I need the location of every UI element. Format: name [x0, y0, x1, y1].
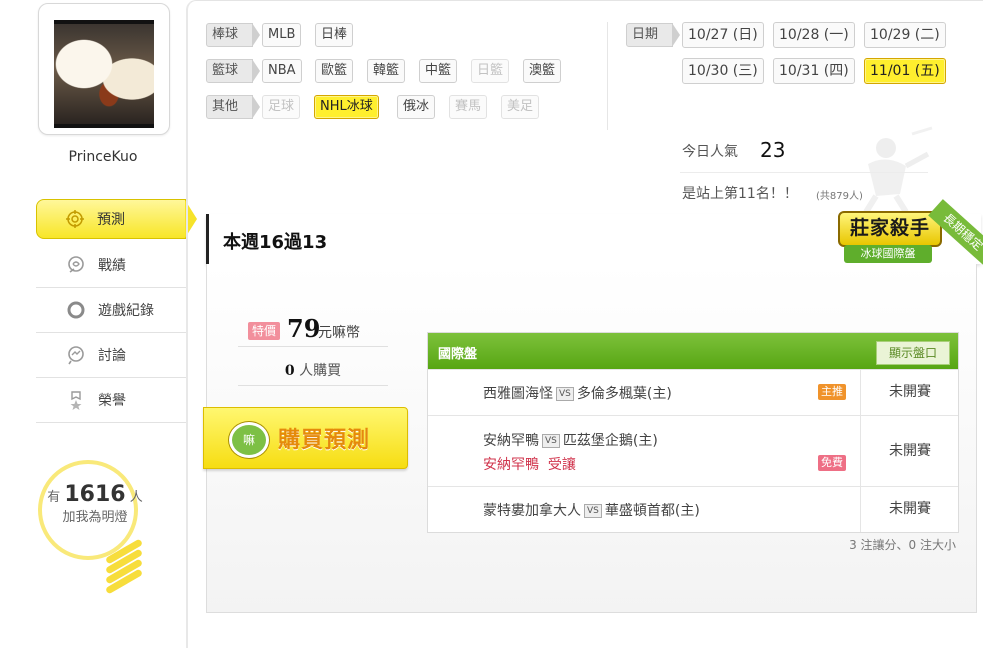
week-title: 本週16過13 — [223, 232, 328, 253]
medal-icon — [66, 390, 86, 410]
pick-team: 安納罕鴨 — [483, 457, 539, 473]
nav-item-game-log[interactable]: 遊戲紀錄 — [36, 288, 186, 333]
sidebar-nav: 預測 戰績 遊戲紀錄 討論 榮譽 — [36, 199, 197, 423]
buyer-count-value: 0 — [284, 363, 295, 379]
filter-chip-soccer: 足球 — [262, 95, 301, 119]
pick-type: 受讓 — [547, 457, 576, 473]
buy-prediction-label: 購買預測 — [278, 428, 371, 453]
filter-label-baseball: 棒球 — [206, 23, 261, 47]
avatar[interactable] — [38, 3, 170, 135]
game-matchup: 西雅圖海怪 VS 多倫多楓葉(主) — [483, 383, 672, 403]
nav-label: 榮譽 — [98, 393, 126, 409]
filter-chip-khl[interactable]: 俄冰 — [397, 95, 436, 119]
price-unit: 元嘛幣 — [318, 325, 360, 341]
show-odds-button[interactable]: 顯示盤口 — [875, 341, 950, 365]
coin-icon: 嘛 — [229, 422, 269, 458]
fans-prefix: 有 — [47, 490, 61, 505]
game-status: 未開賽 — [860, 416, 959, 486]
popularity-value: 23 — [760, 138, 786, 162]
filter-label-basketball: 籃球 — [206, 59, 261, 83]
vs-icon: VS — [556, 387, 574, 401]
game-row[interactable]: 西雅圖海怪 VS 多倫多楓葉(主) 主推 未開賽 — [428, 369, 958, 415]
buy-prediction-button[interactable]: 嘛 購買預測 — [203, 407, 408, 469]
filter-chip-jbl: 日籃 — [471, 59, 510, 83]
date-chip-1101[interactable]: 11/01 (五) — [864, 58, 946, 84]
filter-chip-mlb[interactable]: MLB — [262, 23, 302, 47]
price-value: 79 — [287, 314, 321, 343]
target-icon — [65, 209, 85, 229]
main-pick-badge: 主推 — [818, 384, 846, 400]
nav-item-predict[interactable]: 預測 — [36, 199, 197, 239]
games-table-title: 國際盤 — [438, 347, 478, 362]
nav-item-honor[interactable]: 榮譽 — [36, 378, 186, 423]
bulb-base-icon — [104, 538, 144, 595]
filter-chip-kbl[interactable]: 韓籃 — [367, 59, 406, 83]
filter-chip-nhl[interactable]: NHL冰球 — [314, 95, 379, 119]
left-sidebar: PrinceKuo 預測 戰績 遊戲紀錄 討論 榮譽 有 1616 人 加我為明… — [0, 0, 197, 647]
record-icon — [66, 255, 86, 275]
filter-chip-horse-racing: 賽馬 — [449, 95, 488, 119]
username[interactable]: PrinceKuo — [38, 149, 168, 165]
date-chip-1028[interactable]: 10/28 (一) — [773, 22, 855, 48]
nav-label: 戰績 — [98, 258, 126, 274]
home-team: 多倫多楓葉(主) — [576, 386, 672, 402]
pick-line: 安納罕鴨 受讓 — [483, 454, 576, 474]
game-row[interactable]: 蒙特婁加拿大人 VS 華盛頓首都(主) 未開賽 — [428, 486, 958, 532]
games-table-header: 國際盤 顯示盤口 — [428, 333, 958, 369]
badge-subtitle: 冰球國際盤 — [844, 245, 932, 263]
games-table: 國際盤 顯示盤口 西雅圖海怪 VS 多倫多楓葉(主) 主推 未開賽 安納罕鴨 VS 匹茲… — [427, 332, 959, 533]
home-team: 匹茲堡企鵝(主) — [562, 433, 658, 449]
filter-chip-npb[interactable]: 日棒 — [315, 23, 354, 47]
filter-divider — [607, 22, 608, 130]
popularity-divider — [680, 172, 928, 173]
buyer-count-suffix: 人購買 — [299, 363, 342, 379]
vs-icon: VS — [542, 434, 560, 448]
buyer-divider — [238, 385, 388, 386]
away-team: 蒙特婁加拿大人 — [483, 503, 581, 519]
game-status: 未開賽 — [860, 487, 959, 532]
date-chip-1027[interactable]: 10/27 (日) — [682, 22, 764, 48]
filter-label-other: 其他 — [206, 95, 261, 119]
badge-title: 莊家殺手 — [838, 211, 942, 247]
nav-label: 遊戲紀錄 — [98, 303, 154, 319]
nav-label: 討論 — [98, 348, 126, 364]
filter-chip-nba[interactable]: NBA — [262, 59, 302, 83]
rank-text: 是站上第11名！！ — [682, 186, 798, 202]
chat-icon — [66, 345, 86, 365]
game-row[interactable]: 安納罕鴨 VS 匹茲堡企鵝(主) 安納罕鴨 受讓 免費 未開賽 — [428, 415, 958, 486]
game-status: 未開賽 — [860, 370, 959, 415]
nav-label: 預測 — [97, 212, 125, 228]
free-pick-badge: 免費 — [818, 455, 846, 471]
date-chip-1030[interactable]: 10/30 (三) — [682, 58, 764, 84]
avatar-image — [54, 20, 154, 128]
fans-caption: 加我為明燈 — [62, 510, 128, 525]
price-divider — [238, 346, 388, 347]
home-team: 華盛頓首都(主) — [604, 503, 700, 519]
buyer-count: 0 人購買 — [238, 360, 388, 380]
circle-icon — [66, 300, 86, 320]
vs-icon: VS — [584, 504, 602, 518]
nav-item-record[interactable]: 戰績 — [36, 243, 186, 288]
filter-chip-euro-basketball[interactable]: 歐籃 — [315, 59, 354, 83]
fans-count: 1616 — [64, 482, 126, 507]
away-team: 西雅圖海怪 — [483, 386, 553, 402]
filter-chip-nbl[interactable]: 澳籃 — [523, 59, 562, 83]
game-matchup: 安納罕鴨 VS 匹茲堡企鵝(主) — [483, 430, 658, 450]
nav-item-discussion[interactable]: 討論 — [36, 333, 186, 378]
sale-tag: 特價 — [248, 322, 281, 340]
bet-summary: 3 注讓分、0 注大小 — [849, 538, 956, 552]
filter-chip-nfl: 美足 — [501, 95, 540, 119]
game-matchup: 蒙特婁加拿大人 VS 華盛頓首都(主) — [483, 500, 700, 520]
rank-total: (共879人) — [816, 191, 863, 202]
popularity-label: 今日人氣 — [682, 144, 738, 160]
filter-chip-cba[interactable]: 中籃 — [419, 59, 458, 83]
date-chip-1029[interactable]: 10/29 (二) — [864, 22, 946, 48]
date-label: 日期 — [626, 23, 681, 47]
date-chip-1031[interactable]: 10/31 (四) — [773, 58, 855, 84]
fans-counter[interactable]: 有 1616 人 加我為明燈 — [40, 482, 150, 528]
away-team: 安納罕鴨 — [483, 433, 539, 449]
fans-suffix: 人 — [129, 490, 143, 505]
